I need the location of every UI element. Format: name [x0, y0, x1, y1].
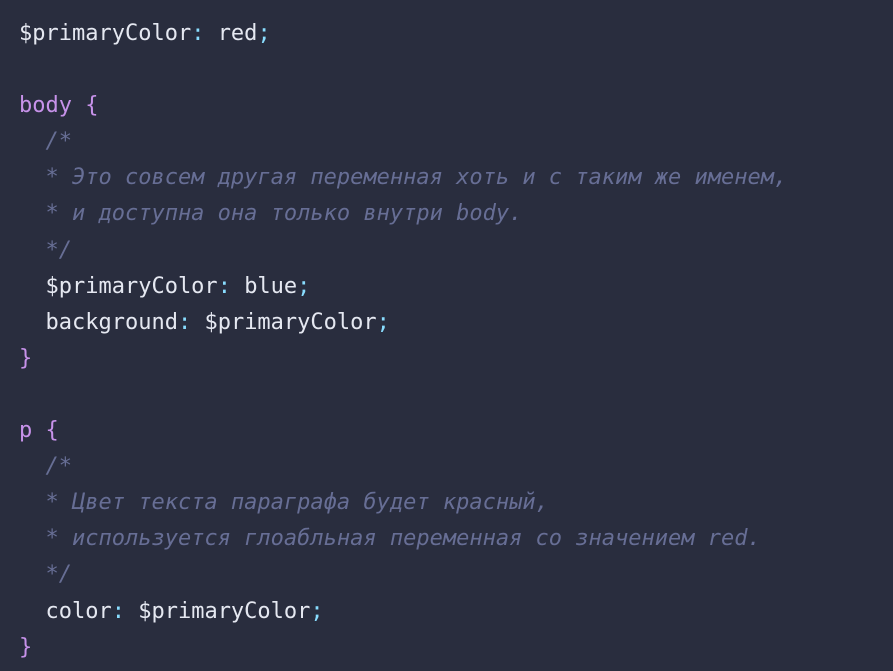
code-line-content: /* — [19, 449, 72, 485]
code-line: } — [19, 633, 893, 669]
code-token: : — [111, 598, 139, 624]
code-token: background — [19, 309, 178, 335]
code-token: * Цвет текста параграфа будет красный, — [19, 490, 549, 516]
code-line: background: $primaryColor; — [19, 308, 893, 344]
code-block: $primaryColor: red; body { /* * Это совсе… — [0, 0, 893, 671]
code-line: * Цвет текста параграфа будет красный, — [19, 488, 893, 524]
code-line: /* — [19, 127, 893, 163]
code-token: p — [19, 418, 33, 444]
code-token: /* — [19, 454, 72, 480]
code-line: $primaryColor: red; — [19, 19, 893, 55]
code-line: } — [19, 344, 893, 380]
code-line: */ — [19, 236, 893, 272]
code-line-content: color: $primaryColor; — [19, 594, 324, 630]
code-token: blue — [244, 273, 298, 299]
code-token: */ — [19, 237, 72, 263]
code-line-content: background: $primaryColor; — [19, 305, 390, 341]
code-line-content: * используется глоабльная переменная со … — [19, 521, 761, 557]
code-token: $primaryColor — [138, 598, 311, 624]
code-token: ; — [376, 309, 390, 335]
code-token: $primaryColor — [19, 21, 192, 46]
code-line: * и доступна она только внутри body. — [19, 199, 893, 235]
code-line-content: $primaryColor: blue; — [19, 269, 310, 305]
code-line-content: */ — [19, 233, 72, 269]
code-token: $primaryColor — [19, 273, 218, 299]
code-line-content: */ — [19, 557, 72, 593]
code-line: $primaryColor: blue; — [19, 272, 893, 308]
code-lines: $primaryColor: red; body { /* * Это совсе… — [19, 19, 893, 669]
code-token: ; — [257, 21, 271, 46]
code-token: ; — [297, 273, 311, 299]
code-line-content: /* — [19, 124, 72, 160]
code-line: * используется глоабльная переменная со … — [19, 524, 893, 560]
code-line: */ — [19, 560, 893, 596]
code-line-content: } — [19, 341, 32, 377]
code-token: * и доступна она только внутри body. — [19, 201, 523, 227]
code-line-content: body { — [19, 88, 98, 124]
code-line-content: p { — [19, 413, 59, 449]
code-line-content: $primaryColor: red; — [19, 16, 271, 52]
code-token: body — [19, 93, 72, 119]
code-line-content: } — [19, 630, 32, 666]
code-token: color — [19, 598, 112, 624]
code-token: : — [217, 273, 245, 299]
code-line: color: $primaryColor; — [19, 597, 893, 633]
code-token: : — [177, 309, 205, 335]
code-token: : — [191, 21, 218, 46]
code-line-content: * и доступна она только внутри body. — [19, 196, 522, 232]
code-token: * Это совсем другая переменная хоть и с … — [19, 165, 788, 191]
code-token: { — [85, 93, 99, 119]
code-token: $primaryColor — [204, 309, 377, 335]
code-token: * используется глоабльная переменная со … — [19, 526, 761, 552]
code-token: red — [217, 21, 258, 46]
code-token: ; — [310, 598, 324, 624]
code-line-content: * Цвет текста параграфа будет красный, — [19, 485, 549, 521]
code-line: /* — [19, 452, 893, 488]
code-line: p { — [19, 416, 893, 452]
code-line: * Это совсем другая переменная хоть и с … — [19, 163, 893, 199]
code-token: } — [19, 345, 33, 371]
code-line: body { — [19, 91, 893, 127]
code-token: { — [45, 418, 59, 444]
code-token: } — [19, 634, 33, 660]
code-token: /* — [19, 129, 72, 155]
code-line-content: * Это совсем другая переменная хоть и с … — [19, 160, 787, 196]
code-token: */ — [19, 562, 72, 588]
